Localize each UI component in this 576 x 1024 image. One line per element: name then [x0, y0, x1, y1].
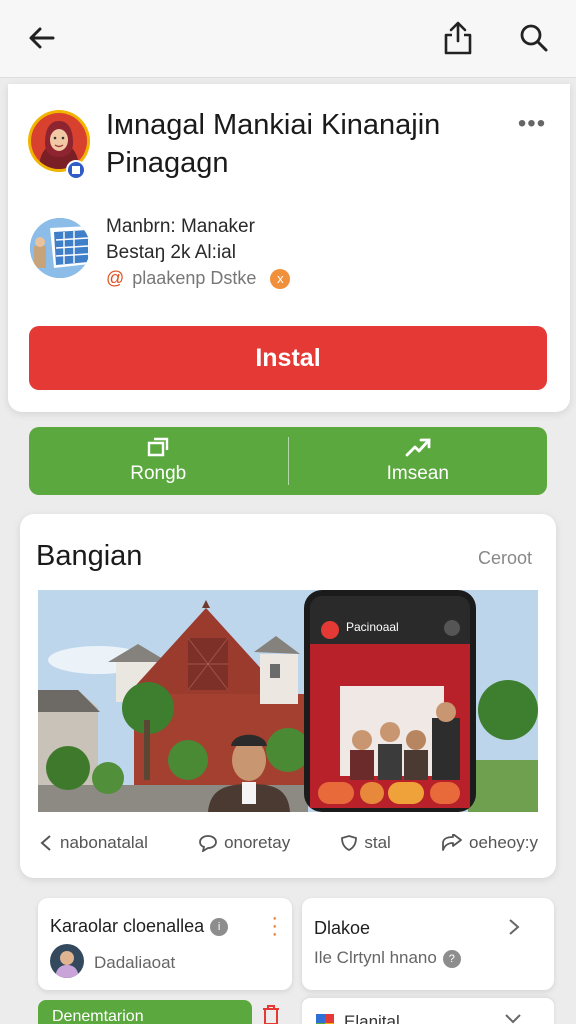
bottom-card-label: Elanital — [344, 1012, 400, 1024]
user-photo — [55, 951, 79, 978]
share-icon — [444, 21, 472, 55]
info-card-subtitle: Ile Clrtynl hnano? — [314, 948, 461, 968]
window-icon — [148, 437, 169, 457]
info-card-subtitle: Dadaliaoat — [94, 953, 176, 972]
more-options-icon[interactable]: ••• — [512, 110, 552, 138]
phone-screen-title: Pacinoaal — [346, 620, 399, 634]
gallery-action-2[interactable]: onoretay — [198, 826, 290, 860]
info-card-title: Dlakoe — [314, 918, 371, 938]
search-icon — [520, 24, 548, 52]
share-arrow-icon — [405, 438, 431, 457]
action-label: Imsean — [386, 463, 449, 484]
gallery-action-label: stal — [364, 833, 391, 852]
screenshot-gallery[interactable]: Pacinoaal — [38, 590, 538, 812]
arrow-left-icon — [29, 27, 55, 49]
action-bar: Rongb Imsean — [29, 427, 547, 495]
share-button[interactable] — [434, 14, 482, 62]
search-button[interactable] — [510, 14, 558, 62]
info-card-right[interactable]: Dlakoe Ile Clrtynl hnano? — [302, 898, 554, 990]
gallery-action-1[interactable]: nabonatalal — [38, 826, 148, 860]
gallery-actions: nabonatalal onoretay stal oeheoy:y — [38, 826, 538, 860]
back-button[interactable] — [18, 14, 66, 62]
action-button-imsean[interactable]: Imsean — [289, 427, 548, 495]
action-button-rongb[interactable]: Rongb — [29, 427, 288, 495]
info-icon: i — [210, 918, 229, 937]
developer-photo — [30, 218, 90, 278]
verified-badge-icon — [66, 160, 86, 180]
section-title: Bangian — [36, 540, 143, 572]
gallery-action-4[interactable]: oeheoy:y — [441, 826, 538, 860]
shield-icon — [341, 835, 358, 852]
section-link[interactable]: Ceroot — [478, 548, 532, 569]
more-vertical-icon[interactable]: · · · — [271, 908, 278, 944]
info-card-title: Karaolar cloenallea i — [50, 916, 229, 937]
bottom-green-button[interactable]: Denemtarion — [38, 1000, 252, 1024]
developer-name[interactable]: Manbrn: Manaker — [106, 216, 255, 238]
app-logo-icon — [316, 1014, 334, 1024]
chevron-down-icon[interactable] — [504, 1012, 522, 1024]
developer-tags: @ plaakenp Dstke x — [106, 268, 291, 289]
screenshot-image — [38, 590, 538, 812]
app-title: Iмnagal Mankiai Kinanajin Pinagagn — [106, 109, 441, 179]
bottom-card[interactable]: Elanital — [302, 998, 554, 1024]
top-app-bar — [0, 0, 576, 78]
at-icon: @ — [106, 268, 125, 288]
gallery-action-label: nabonatalal — [60, 833, 148, 852]
help-icon: ? — [442, 949, 461, 968]
gallery-action-label: onoretay — [224, 833, 291, 852]
user-avatar — [50, 944, 84, 978]
install-button[interactable]: Instal — [29, 326, 547, 390]
developer-handle: plaakenp Dstke — [132, 268, 257, 288]
gallery-action-3[interactable]: stal — [340, 826, 391, 860]
gallery-action-label: oeheoy:y — [468, 833, 538, 852]
delete-icon[interactable] — [260, 1004, 282, 1024]
chevron-left-icon — [40, 835, 51, 851]
chevron-right-icon[interactable] — [506, 918, 522, 936]
reply-icon — [442, 834, 462, 851]
comment-icon — [199, 835, 217, 852]
badge-icon: x — [270, 268, 291, 289]
developer-stats: Bestaŋ 2k Al:ial — [106, 242, 236, 263]
action-label: Rongb — [130, 463, 187, 484]
info-card-left[interactable]: Karaolar cloenallea i · · · Dadaliaoat — [38, 898, 292, 990]
developer-avatar[interactable] — [30, 218, 90, 278]
